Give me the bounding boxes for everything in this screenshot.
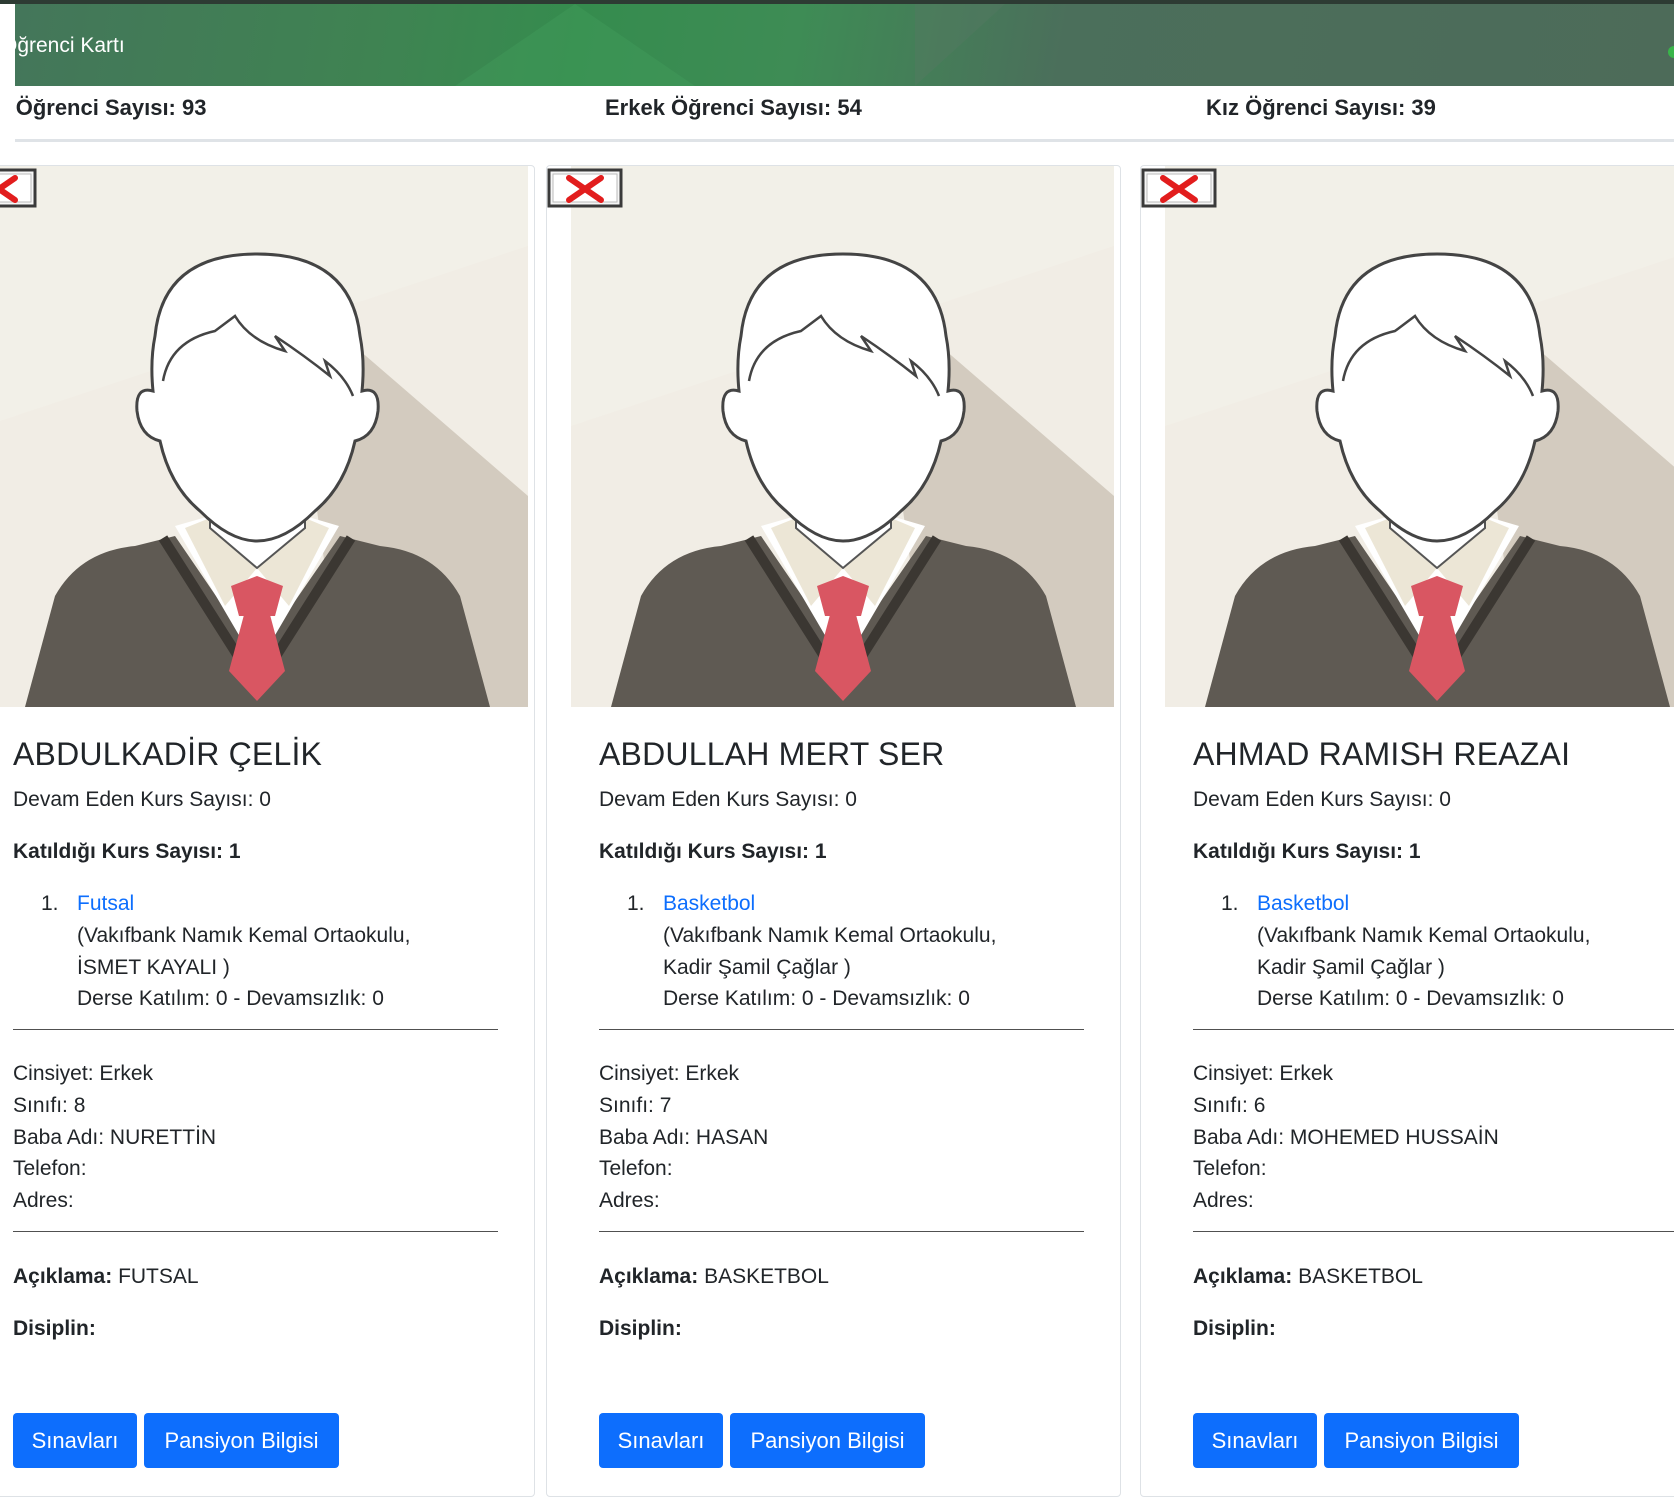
course-number: 1. [1221,892,1239,915]
course-number: 1. [41,892,59,915]
student-card: AHMAD RAMISH REAZAI Devam Eden Kurs Sayı… [1140,165,1674,1497]
student-name: AHMAD RAMISH REAZAI [1193,736,1571,772]
divider [599,1029,1084,1030]
course-attendance: Derse Katılım: 0 - Devamsızlık: 0 [663,987,970,1010]
father-name: Baba Adı: MOHEMED HUSSAİN [1193,1126,1499,1149]
divider [1193,1231,1674,1232]
attended-courses: Katıldığı Kurs Sayısı: 1 [13,840,241,863]
divider [13,1029,498,1030]
course-attendance: Derse Katılım: 0 - Devamsızlık: 0 [77,987,384,1010]
father-name: Baba Adı: HASAN [599,1126,769,1149]
banner-decoration [455,4,695,86]
grade: Sınıfı: 7 [599,1094,672,1117]
student-photo [0,166,528,707]
total-students-clip: Toplam Öğrenci Sayısı: 93 [15,92,575,126]
discipline-label: Disiplin: [1193,1317,1276,1340]
broken-image-icon [1141,168,1217,208]
course-school: (Vakıfbank Namık Kemal Ortaokulu, [1257,924,1591,947]
divider [1193,1029,1674,1030]
description-label: Açıklama: [599,1265,699,1288]
description: Açıklama: BASKETBOL [1193,1265,1423,1289]
exams-button[interactable]: Sınavları [13,1413,137,1468]
boarding-info-button[interactable]: Pansiyon Bilgisi [730,1413,925,1468]
course-school: (Vakıfbank Namık Kemal Ortaokulu, [77,924,411,947]
divider [13,1231,498,1232]
description-value: BASKETBOL [704,1265,829,1288]
student-name: ABDULLAH MERT SER [599,736,945,772]
ongoing-courses: Devam Eden Kurs Sayısı: 0 [599,788,857,811]
course-link[interactable]: Basketbol [1257,892,1349,916]
description-value: FUTSAL [118,1265,199,1288]
grade: Sınıfı: 6 [1193,1094,1266,1117]
stats-divider [15,139,1674,142]
status-dot [1668,46,1674,58]
boarding-info-button[interactable]: Pansiyon Bilgisi [1324,1413,1519,1468]
header-banner: Öğrenci Kartı [15,4,1674,86]
address: Adres: [13,1189,74,1212]
male-students-count: Erkek Öğrenci Sayısı: 54 [605,95,862,120]
student-name: ABDULKADİR ÇELİK [13,736,323,772]
total-students-count: Toplam Öğrenci Sayısı: 93 [15,95,207,120]
attended-courses: Katıldığı Kurs Sayısı: 1 [599,840,827,863]
student-avatar-placeholder [571,166,1114,707]
phone: Telefon: [599,1157,673,1180]
student-card: ABDULLAH MERT SER Devam Eden Kurs Sayısı… [546,165,1121,1497]
student-card: ABDULKADİR ÇELİK Devam Eden Kurs Sayısı:… [0,165,535,1497]
exams-button[interactable]: Sınavları [1193,1413,1317,1468]
broken-image-icon [0,168,37,208]
father-name: Baba Adı: NURETTİN [13,1126,217,1149]
description-label: Açıklama: [13,1265,113,1288]
gender: Cinsiyet: Erkek [599,1062,740,1085]
course-link[interactable]: Basketbol [663,892,755,916]
discipline-label: Disiplin: [599,1317,682,1340]
course-number: 1. [627,892,645,915]
gender: Cinsiyet: Erkek [13,1062,154,1085]
phone: Telefon: [1193,1157,1267,1180]
discipline-label: Disiplin: [13,1317,96,1340]
female-students-count: Kız Öğrenci Sayısı: 39 [1206,95,1436,120]
course-link[interactable]: Futsal [77,892,134,916]
gender: Cinsiyet: Erkek [1193,1062,1334,1085]
course-attendance: Derse Katılım: 0 - Devamsızlık: 0 [1257,987,1564,1010]
attended-courses: Katıldığı Kurs Sayısı: 1 [1193,840,1421,863]
description: Açıklama: BASKETBOL [599,1265,829,1289]
broken-image-icon [547,168,623,208]
course-teacher: Kadir Şamil Çağlar ) [1257,956,1445,979]
student-photo [1165,166,1674,707]
description-value: BASKETBOL [1298,1265,1423,1288]
course-school: (Vakıfbank Namık Kemal Ortaokulu, [663,924,997,947]
boarding-info-button[interactable]: Pansiyon Bilgisi [144,1413,339,1468]
banner-decoration [915,4,1005,86]
page-title: Öğrenci Kartı [15,34,125,57]
description-label: Açıklama: [1193,1265,1293,1288]
exams-button[interactable]: Sınavları [599,1413,723,1468]
description: Açıklama: FUTSAL [13,1265,199,1289]
course-teacher: İSMET KAYALI ) [77,956,230,979]
ongoing-courses: Devam Eden Kurs Sayısı: 0 [1193,788,1451,811]
ongoing-courses: Devam Eden Kurs Sayısı: 0 [13,788,271,811]
phone: Telefon: [13,1157,87,1180]
course-teacher: Kadir Şamil Çağlar ) [663,956,851,979]
student-avatar-placeholder [0,166,528,707]
address: Adres: [599,1189,660,1212]
divider [599,1231,1084,1232]
student-photo [571,166,1114,707]
student-avatar-placeholder [1165,166,1674,707]
address: Adres: [1193,1189,1254,1212]
grade: Sınıfı: 8 [13,1094,86,1117]
